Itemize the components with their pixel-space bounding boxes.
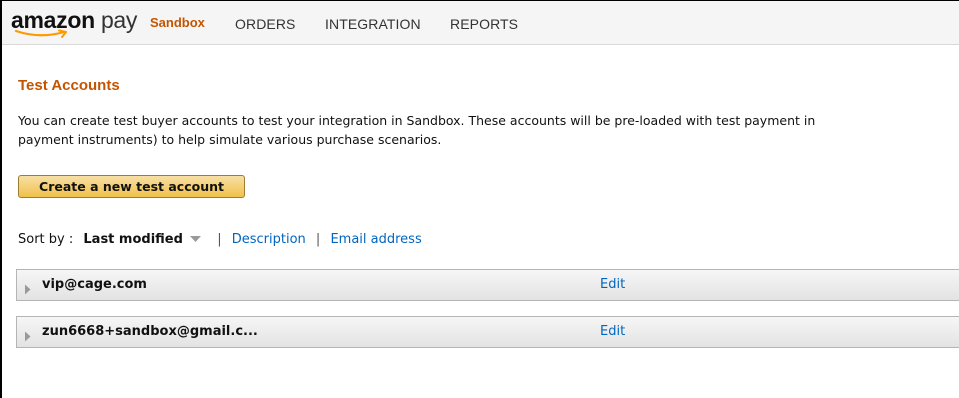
- sort-option-description[interactable]: Description: [232, 232, 306, 247]
- expand-caret-icon[interactable]: [24, 327, 31, 346]
- nav-reports[interactable]: REPORTS: [450, 16, 518, 32]
- nav-integration[interactable]: INTEGRATION: [325, 16, 421, 32]
- nav-orders[interactable]: ORDERS: [235, 16, 296, 32]
- sort-option-email-address[interactable]: Email address: [330, 232, 421, 247]
- amazon-pay-logo[interactable]: amazon pay: [11, 7, 139, 39]
- account-row[interactable]: vip@cage.com Edit: [16, 269, 959, 301]
- expand-caret-icon[interactable]: [24, 280, 31, 299]
- environment-label: Sandbox: [150, 15, 205, 30]
- create-test-account-button[interactable]: Create a new test account: [18, 175, 245, 198]
- logo-text-pay: pay: [100, 7, 138, 33]
- sort-label: Sort by :: [18, 232, 74, 247]
- sort-bar: Sort by : Last modified | Description | …: [18, 232, 422, 247]
- account-row[interactable]: zun6668+sandbox@gmail.c... Edit: [16, 316, 959, 348]
- page-title: Test Accounts: [18, 77, 120, 94]
- description-line-1: You can create test buyer accounts to te…: [18, 113, 816, 128]
- description-line-2: payment instruments) to help simulate va…: [18, 132, 442, 147]
- sort-caret-icon[interactable]: [190, 232, 202, 247]
- account-email: zun6668+sandbox@gmail.c...: [42, 324, 258, 339]
- sort-option-last-modified[interactable]: Last modified: [83, 232, 183, 247]
- sort-separator: |: [217, 232, 222, 247]
- sort-separator: |: [315, 232, 321, 247]
- page-description: You can create test buyer accounts to te…: [18, 111, 959, 149]
- amazon-smile-icon: [14, 29, 67, 38]
- edit-account-link[interactable]: Edit: [600, 277, 625, 292]
- edit-account-link[interactable]: Edit: [600, 324, 625, 339]
- top-navigation-bar: amazon pay Sandbox ORDERS INTEGRATION RE…: [2, 1, 959, 45]
- account-email: vip@cage.com: [42, 277, 147, 292]
